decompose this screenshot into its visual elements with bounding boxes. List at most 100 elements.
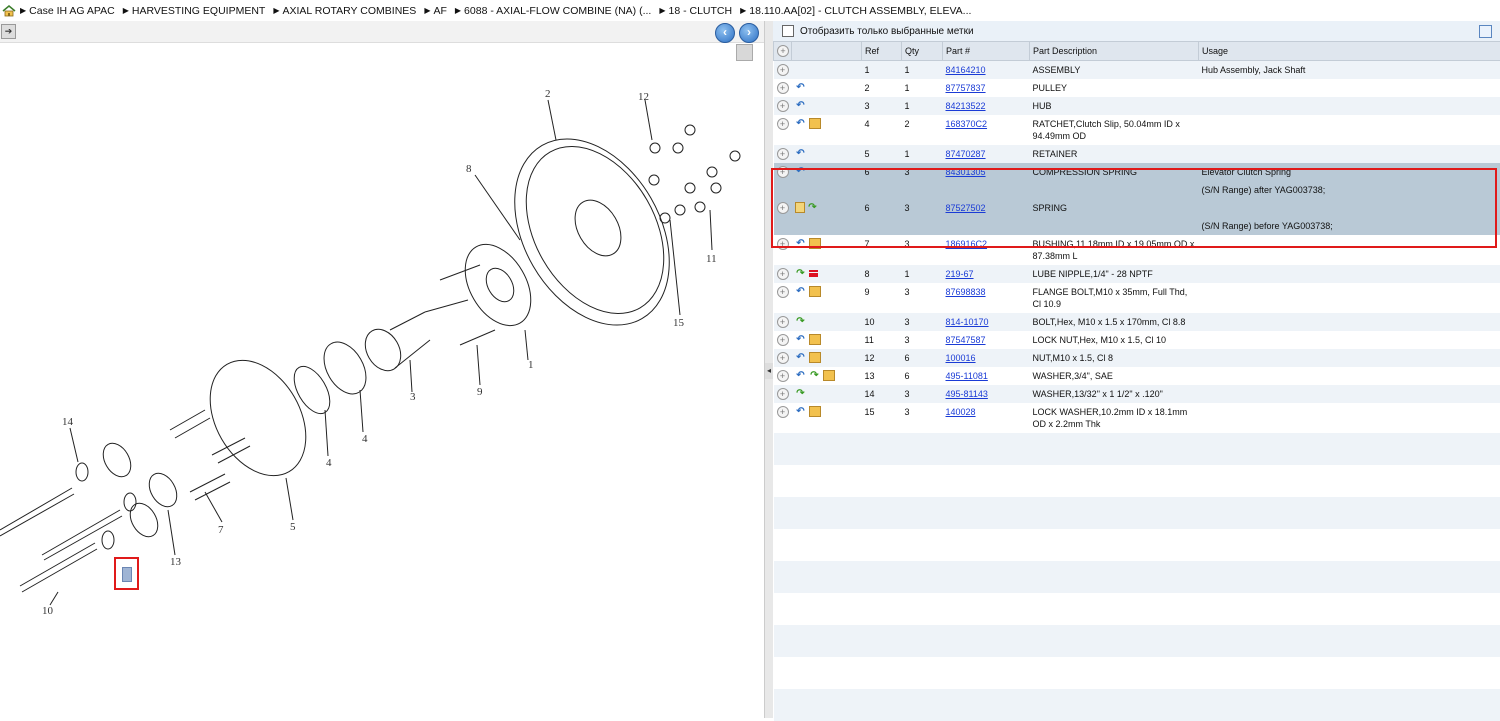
- box-icon[interactable]: [809, 286, 821, 297]
- table-row[interactable]: + ↷ 10 3 814-10170 BOLT,Hex, M10 x 1.5 x…: [774, 313, 1500, 331]
- table-row[interactable]: + ↶ 11 3 87547587 LOCK NUT,Hex, M10 x 1.…: [774, 331, 1500, 349]
- back-arrow-icon[interactable]: ↶: [795, 286, 807, 297]
- back-arrow-icon[interactable]: ↶: [795, 82, 807, 93]
- part-number-link[interactable]: 84301305: [946, 167, 986, 177]
- box-icon[interactable]: [809, 118, 821, 129]
- home-icon[interactable]: [2, 5, 16, 17]
- callout-label: 13: [170, 556, 182, 568]
- table-row[interactable]: + ↶ 7 3 186916C2 BUSHING,11.18mm ID x 19…: [774, 235, 1500, 265]
- header-part[interactable]: Part #: [943, 42, 1030, 61]
- header-usage[interactable]: Usage: [1199, 42, 1500, 61]
- table-row-selected[interactable]: + ↶ 6 3 84301305 COMPRESSION SPRING Elev…: [774, 163, 1500, 181]
- back-arrow-icon[interactable]: ↶: [795, 166, 807, 177]
- show-selected-label: Отобразить только выбранные метки: [800, 26, 974, 37]
- back-arrow-icon[interactable]: ↶: [795, 238, 807, 249]
- table-row-selected[interactable]: + ↷ 6 3 87527502 SPRING: [774, 199, 1500, 217]
- add-icon[interactable]: +: [777, 370, 789, 382]
- box-icon[interactable]: [809, 406, 821, 417]
- add-icon[interactable]: +: [777, 202, 789, 214]
- add-icon[interactable]: +: [777, 316, 789, 328]
- next-button[interactable]: ›: [739, 23, 759, 43]
- header-description[interactable]: Part Description: [1030, 42, 1199, 61]
- part-number-link[interactable]: 495-81143: [946, 389, 988, 399]
- part-number-link[interactable]: 87757837: [946, 83, 986, 93]
- forward-arrow-icon[interactable]: ↷: [795, 268, 807, 279]
- back-arrow-icon[interactable]: ↶: [795, 118, 807, 129]
- table-row[interactable]: + 1 1 84164210 ASSEMBLY Hub Assembly, Ja…: [774, 61, 1500, 80]
- spring-callout-marker[interactable]: [122, 567, 132, 582]
- add-icon[interactable]: +: [777, 352, 789, 364]
- add-icon[interactable]: +: [777, 286, 789, 298]
- fullscreen-button[interactable]: [736, 44, 753, 61]
- previous-button[interactable]: ‹: [715, 23, 735, 43]
- breadcrumb-item[interactable]: ▶Case IH AG APAC: [20, 5, 115, 17]
- add-icon[interactable]: +: [777, 64, 789, 76]
- part-number-link[interactable]: 87527502: [946, 203, 986, 213]
- part-number-link[interactable]: 219-67: [946, 269, 974, 279]
- table-row[interactable]: + ↶ 12 6 100016 NUT,M10 x 1.5, Cl 8: [774, 349, 1500, 367]
- forward-arrow-icon[interactable]: ↷: [795, 316, 807, 327]
- collapse-arrow-icon[interactable]: ◂: [765, 363, 773, 379]
- add-icon[interactable]: +: [777, 118, 789, 130]
- part-number-link[interactable]: 87547587: [946, 335, 986, 345]
- part-number-link[interactable]: 87698838: [946, 287, 986, 297]
- selected-callout-highlight[interactable]: [114, 557, 139, 590]
- breadcrumb-item[interactable]: ▶AF: [424, 5, 447, 17]
- list-view-icon[interactable]: [1479, 25, 1492, 38]
- add-icon[interactable]: +: [777, 406, 789, 418]
- box-icon[interactable]: [809, 238, 821, 249]
- back-arrow-icon[interactable]: ↶: [795, 100, 807, 111]
- box-icon[interactable]: [809, 334, 821, 345]
- back-arrow-icon[interactable]: ↶: [795, 370, 807, 381]
- forward-arrow-icon[interactable]: ↷: [795, 388, 807, 399]
- add-icon[interactable]: +: [777, 148, 789, 160]
- table-row[interactable]: + ↶↷ 13 6 495-11081 WASHER,3/4", SAE: [774, 367, 1500, 385]
- table-row[interactable]: + ↶ 2 1 87757837 PULLEY: [774, 79, 1500, 97]
- part-number-link[interactable]: 814-10170: [946, 317, 989, 327]
- add-icon[interactable]: +: [777, 238, 789, 250]
- callout-label: 4: [362, 433, 368, 445]
- header-ref[interactable]: Ref: [862, 42, 902, 61]
- box-icon[interactable]: [809, 352, 821, 363]
- table-row[interactable]: + ↶ 5 1 87470287 RETAINER: [774, 145, 1500, 163]
- add-icon[interactable]: +: [777, 334, 789, 346]
- back-arrow-icon[interactable]: ↶: [795, 352, 807, 363]
- expand-all-icon[interactable]: +: [777, 45, 789, 57]
- forward-arrow-icon[interactable]: ↷: [809, 370, 821, 381]
- box-icon[interactable]: [823, 370, 835, 381]
- table-row[interactable]: + ↷ 8 1 219-67 LUBE NIPPLE,1/4" - 28 NPT…: [774, 265, 1500, 283]
- add-icon[interactable]: +: [777, 388, 789, 400]
- header-qty[interactable]: Qty: [902, 42, 943, 61]
- breadcrumb-item[interactable]: ▶AXIAL ROTARY COMBINES: [273, 5, 416, 17]
- add-icon[interactable]: +: [777, 82, 789, 94]
- breadcrumb-item[interactable]: ▶18.110.AA[02] - CLUTCH ASSEMBLY, ELEVA.…: [740, 5, 971, 17]
- back-arrow-icon[interactable]: ↶: [795, 148, 807, 159]
- table-row[interactable]: + ↶ 3 1 84213522 HUB: [774, 97, 1500, 115]
- add-icon[interactable]: +: [777, 100, 789, 112]
- exploded-diagram[interactable]: 2 12 11 15 8 1 3 4 4 5 7 9 14 13 10: [0, 43, 764, 718]
- breadcrumb-item[interactable]: ▶6088 - AXIAL-FLOW COMBINE (NA) (...: [455, 5, 651, 17]
- list-icon[interactable]: [809, 270, 818, 277]
- part-number-link[interactable]: 100016: [946, 353, 976, 363]
- document-icon[interactable]: [795, 202, 805, 213]
- table-row[interactable]: + ↷ 14 3 495-81143 WASHER,13/32" x 1 1/2…: [774, 385, 1500, 403]
- table-row[interactable]: + ↶ 9 3 87698838 FLANGE BOLT,M10 x 35mm,…: [774, 283, 1500, 313]
- part-number-link[interactable]: 84213522: [946, 101, 986, 111]
- exit-icon[interactable]: ➔: [1, 24, 16, 39]
- back-arrow-icon[interactable]: ↶: [795, 406, 807, 417]
- add-icon[interactable]: +: [777, 268, 789, 280]
- back-arrow-icon[interactable]: ↶: [795, 334, 807, 345]
- add-icon[interactable]: +: [777, 166, 789, 178]
- table-row[interactable]: + ↶ 15 3 140028 LOCK WASHER,10.2mm ID x …: [774, 403, 1500, 433]
- forward-arrow-icon[interactable]: ↷: [807, 202, 819, 213]
- show-selected-checkbox[interactable]: [782, 25, 794, 37]
- part-number-link[interactable]: 84164210: [946, 65, 986, 75]
- part-number-link[interactable]: 140028: [946, 407, 976, 417]
- breadcrumb-item[interactable]: ▶18 - CLUTCH: [659, 5, 732, 17]
- part-number-link[interactable]: 87470287: [946, 149, 986, 159]
- part-number-link[interactable]: 186916C2: [946, 239, 988, 249]
- part-number-link[interactable]: 495-11081: [946, 371, 988, 381]
- breadcrumb-item[interactable]: ▶HARVESTING EQUIPMENT: [123, 5, 266, 17]
- table-row[interactable]: + ↶ 4 2 168370C2 RATCHET,Clutch Slip, 50…: [774, 115, 1500, 145]
- part-number-link[interactable]: 168370C2: [946, 119, 988, 129]
